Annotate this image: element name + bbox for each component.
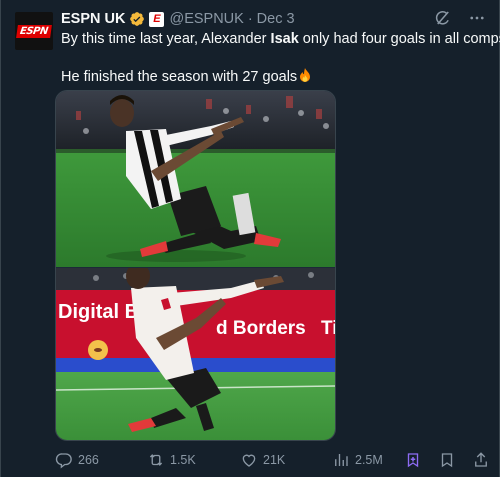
tweet-text: By this time last year, Alexander Isak o…: [61, 30, 500, 87]
photo-player-celebration-stadium-icon: [56, 91, 335, 267]
display-name[interactable]: ESPN UK: [61, 11, 125, 27]
reply-icon: [55, 453, 72, 469]
more-options-icon[interactable]: [467, 8, 487, 28]
reply-button[interactable]: 266: [55, 451, 99, 469]
like-count: 21K: [263, 453, 286, 467]
views-count: 2.5M: [355, 453, 383, 467]
separator-dot: ·: [247, 11, 253, 27]
tweet-header: ESPN UK E @ESPNUK · Dec 3: [61, 9, 295, 29]
bookmark-button[interactable]: [403, 450, 423, 470]
handle[interactable]: @ESPNUK: [169, 11, 243, 27]
media-grid: Digital Ban d Borders Ti: [55, 90, 336, 441]
tweet-card[interactable]: ESPN ESPN UK E @ESPNUK · Dec 3 By this t…: [0, 0, 500, 477]
photo-player-celebration-pitch-icon: Digital Ban d Borders Ti: [56, 268, 335, 440]
photo-bottom[interactable]: Digital Ban d Borders Ti: [56, 268, 335, 440]
tweet-text-line-1: By this time last year, Alexander Isak o…: [61, 31, 500, 47]
espn-logo: ESPN: [16, 24, 52, 38]
svg-text:d Borders: d Borders: [216, 318, 306, 339]
photo-top[interactable]: [56, 91, 335, 267]
share-icon: [475, 452, 487, 467]
grok-icon[interactable]: [433, 8, 453, 28]
mention-isak[interactable]: Isak: [271, 31, 299, 47]
save-button[interactable]: [437, 450, 457, 470]
views-button[interactable]: 2.5M: [332, 451, 383, 469]
repost-count: 1.5K: [170, 453, 196, 467]
share-button[interactable]: [471, 450, 491, 470]
action-bar-right: [403, 450, 491, 470]
avatar[interactable]: ESPN: [15, 12, 53, 50]
heart-icon: [242, 454, 256, 467]
fire-icon: [300, 68, 311, 82]
repost-icon: [149, 454, 163, 466]
like-button[interactable]: 21K: [240, 451, 285, 469]
tweet-date[interactable]: Dec 3: [257, 11, 295, 27]
svg-text:Ti: Ti: [321, 318, 335, 339]
affiliate-badge-icon[interactable]: E: [149, 11, 165, 27]
verified-badge-icon: [129, 11, 145, 27]
bookmark-outline-icon: [441, 453, 453, 468]
reply-count: 266: [78, 453, 99, 467]
bookmark-icon: [407, 453, 419, 468]
repost-button[interactable]: 1.5K: [147, 451, 196, 469]
action-bar: 266 1.5K 21K 2.5M: [55, 448, 491, 472]
top-actions: [433, 8, 487, 28]
tweet-text-line-2: He finished the season with 27 goals: [61, 68, 481, 87]
views-chart-icon: [335, 454, 348, 466]
